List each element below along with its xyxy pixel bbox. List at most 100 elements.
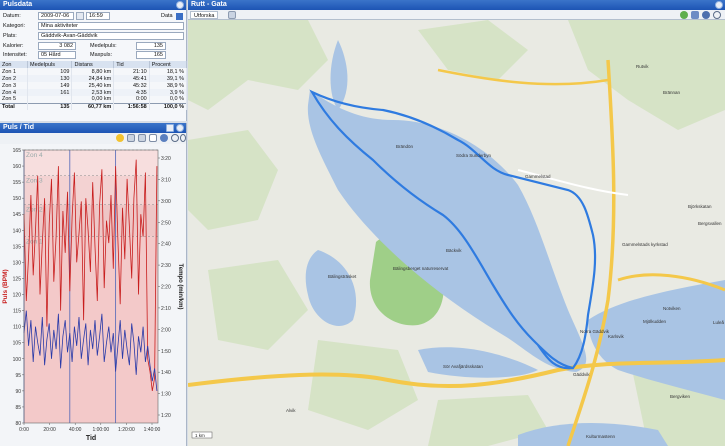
data-dropdown-icon[interactable] bbox=[176, 13, 183, 20]
table-cell: 109 bbox=[27, 68, 73, 75]
y2-tick-label: 3:10 bbox=[161, 177, 171, 183]
plats-select[interactable]: Gäddvik-Avan-Gäddvik bbox=[38, 32, 184, 40]
time-field[interactable]: 16:59 bbox=[86, 12, 110, 20]
map-panel: Rutt - Gata Utforska Brändön Södra Sunder… bbox=[188, 0, 725, 446]
kalorier-label: Kalorier: bbox=[3, 43, 24, 49]
save-icon[interactable] bbox=[691, 11, 699, 19]
y-tick-label: 110 bbox=[13, 325, 21, 331]
zone-table: Zon Medelpuls Distans Tid Procent Zon 11… bbox=[0, 61, 188, 110]
zone-label: Zon 2 bbox=[26, 207, 43, 214]
col-zon[interactable]: Zon bbox=[0, 61, 28, 68]
table-cell: 45:32 bbox=[113, 82, 150, 89]
intensitet-select[interactable]: 05 Hård bbox=[38, 51, 76, 59]
x-tick-label: 1:40:00 bbox=[144, 427, 161, 433]
y-tick-label: 155 bbox=[13, 180, 22, 186]
col-tid[interactable]: Tid bbox=[113, 61, 150, 68]
y-tick-label: 115 bbox=[13, 309, 21, 315]
puls-tid-chart[interactable]: Zon 4Zon 3Zon 2Zon 180859095100105110115… bbox=[0, 123, 186, 446]
table-cell: 45:41 bbox=[113, 75, 150, 82]
gear-icon[interactable] bbox=[702, 11, 710, 19]
place-label: Karlsvik bbox=[608, 334, 625, 339]
layer-icon[interactable] bbox=[228, 11, 236, 19]
y2-tick-label: 1:40 bbox=[161, 370, 171, 376]
table-total-cell: Total bbox=[0, 102, 28, 110]
y-tick-label: 160 bbox=[13, 164, 22, 170]
y-tick-label: 135 bbox=[13, 244, 22, 250]
table-row[interactable]: Zon 4 161 2,53 km 4:35 3,9 % bbox=[0, 89, 188, 96]
table-total-cell: 60,77 km bbox=[71, 102, 115, 110]
table-cell: 0:00 bbox=[113, 96, 150, 103]
intensitet-row: Intensitet: 05 Hård Maxpuls: 165 bbox=[0, 51, 187, 60]
map-collapse-icon[interactable] bbox=[715, 1, 723, 9]
y2-tick-label: 2:10 bbox=[161, 306, 171, 312]
scale-label: 1 km bbox=[195, 433, 205, 438]
place-label: Gäddvik bbox=[573, 372, 590, 377]
data-button-label[interactable]: Data bbox=[161, 12, 173, 21]
place-label: Brännan bbox=[663, 90, 681, 95]
table-total-row: Total 135 60,77 km 1:56:58 100,0 % bbox=[0, 102, 188, 110]
table-cell: 39,1 % bbox=[149, 75, 188, 82]
kalorier-field[interactable]: 3 082 bbox=[38, 42, 76, 50]
explore-dropdown[interactable]: Utforska bbox=[190, 11, 219, 19]
map-toolbar: Utforska bbox=[188, 10, 725, 20]
search-icon[interactable] bbox=[713, 11, 721, 19]
pulsdata-title-bar: Pulsdata bbox=[0, 0, 186, 10]
calendar-icon[interactable] bbox=[76, 12, 84, 20]
y-tick-label: 90 bbox=[15, 389, 21, 395]
medelpuls-field[interactable]: 135 bbox=[136, 42, 166, 50]
y2-tick-label: 1:20 bbox=[161, 413, 171, 419]
table-cell bbox=[27, 96, 73, 103]
table-cell: Zon 2 bbox=[0, 75, 28, 82]
y2-tick-label: 2:40 bbox=[161, 242, 171, 248]
map-title-bar: Rutt - Gata bbox=[188, 0, 725, 10]
y2-tick-label: 2:30 bbox=[161, 263, 171, 269]
y2-tick-label: 2:00 bbox=[161, 327, 171, 333]
table-cell: 25,40 km bbox=[71, 82, 115, 89]
table-row[interactable]: Zon 2 130 24,84 km 45:41 39,1 % bbox=[0, 75, 188, 82]
y-tick-label: 150 bbox=[13, 196, 22, 202]
place-label: Kulturmastenn bbox=[586, 434, 616, 439]
zone-table-header: Zon Medelpuls Distans Tid Procent bbox=[0, 61, 188, 68]
y2-tick-label: 1:50 bbox=[161, 349, 171, 355]
table-row[interactable]: Zon 5 0,00 km 0:00 0,0 % bbox=[0, 96, 188, 103]
refresh-icon[interactable] bbox=[680, 11, 688, 19]
place-label: Notviken bbox=[663, 306, 681, 311]
table-row[interactable]: Zon 3 149 25,40 km 45:32 38,9 % bbox=[0, 82, 188, 89]
col-distans[interactable]: Distans bbox=[71, 61, 115, 68]
pulsdata-panel: Pulsdata Datum: 2009-07-06 16:59 Data Ka… bbox=[0, 0, 188, 121]
y2-tick-label: 3:20 bbox=[161, 156, 171, 162]
table-row[interactable]: Zon 1 109 8,80 km 21:10 18,1 % bbox=[0, 68, 188, 75]
route-map[interactable]: Brändön Södra Sunderbyn Gammelstad Bäckvik B… bbox=[188, 20, 725, 446]
kategori-select[interactable]: Mina aktiviteter bbox=[38, 22, 184, 30]
collapse-icon[interactable] bbox=[176, 1, 184, 9]
table-cell: 24,84 km bbox=[71, 75, 115, 82]
col-medelpuls[interactable]: Medelpuls bbox=[27, 61, 73, 68]
col-procent[interactable]: Procent bbox=[149, 61, 188, 68]
x-tick-label: 0:00 bbox=[19, 427, 29, 433]
table-cell: Zon 5 bbox=[0, 96, 28, 103]
place-label: Bergviken bbox=[670, 394, 691, 399]
datum-label: Datum: bbox=[3, 13, 21, 19]
table-cell: Zon 3 bbox=[0, 82, 28, 89]
datum-field[interactable]: 2009-07-06 bbox=[38, 12, 74, 20]
kategori-label: Kategori: bbox=[3, 23, 26, 29]
table-cell: 8,80 km bbox=[71, 68, 115, 75]
table-total-cell: 100,0 % bbox=[149, 102, 188, 110]
intensitet-label: Intensitet: bbox=[3, 52, 27, 58]
table-cell: 38,9 % bbox=[149, 82, 188, 89]
plats-row: Plats: Gäddvik-Avan-Gäddvik bbox=[0, 32, 187, 41]
y-axis-label: Puls (BPM) bbox=[2, 269, 9, 303]
y-tick-label: 120 bbox=[13, 293, 22, 299]
medelpuls-label: Medelpuls: bbox=[90, 43, 117, 49]
table-cell: Zon 4 bbox=[0, 89, 28, 96]
y2-tick-label: 3:00 bbox=[161, 199, 171, 205]
table-cell: 0,00 km bbox=[71, 96, 115, 103]
table-cell: 0,0 % bbox=[149, 96, 188, 103]
plats-label: Plats: bbox=[3, 33, 17, 39]
place-label: Bäckvik bbox=[446, 248, 462, 253]
y-tick-label: 125 bbox=[13, 276, 22, 282]
maxpuls-field[interactable]: 165 bbox=[136, 51, 166, 59]
y2-axis-label: Tempo (min/km) bbox=[177, 264, 183, 310]
zone-label: Zon 3 bbox=[26, 178, 43, 185]
y-tick-label: 145 bbox=[13, 212, 22, 218]
